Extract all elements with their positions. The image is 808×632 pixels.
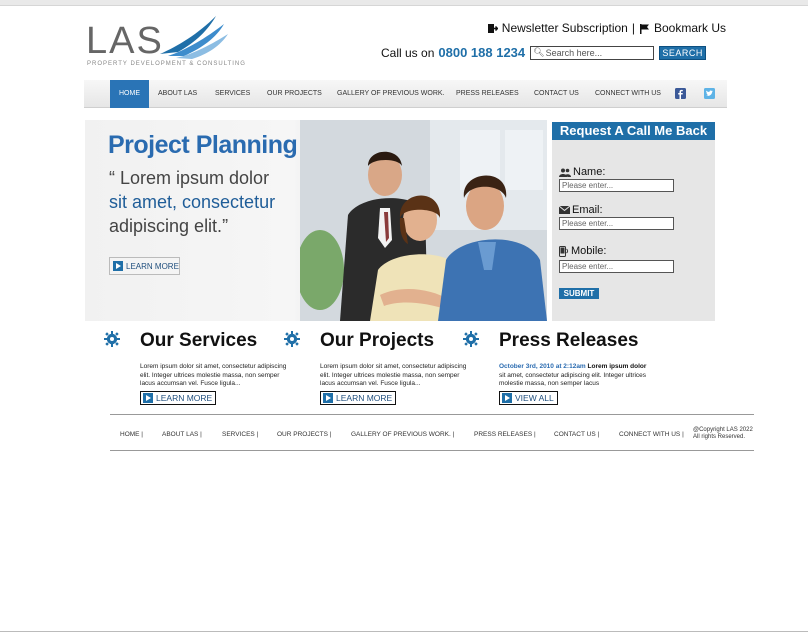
hero-quote-line3: adipiscing elit.” xyxy=(109,216,229,236)
services-text: Lorem ipsum dolor sit amet, consectetur … xyxy=(140,363,287,387)
copyright: @Copyright LAS 2022 All rights Reserved. xyxy=(693,427,753,440)
nav-item-projects[interactable]: OUR PROJECTS xyxy=(267,80,322,108)
press-text-body: sit amet, consectetur adipiscing elit. I… xyxy=(499,371,647,388)
press-text: October 3rd, 2010 at 2:12am Lorem ipsum … xyxy=(499,363,649,389)
hero-banner: Project Planning “ Lorem ipsum dolor sit… xyxy=(85,120,547,321)
footer-link-projects[interactable]: OUR PROJECTS | xyxy=(277,431,331,438)
mobile-phone-icon xyxy=(559,245,569,257)
main-nav: HOME ABOUT LAS SERVICES OUR PROJECTS GAL… xyxy=(84,80,727,108)
name-label-text: Name: xyxy=(573,166,606,178)
newsletter-link[interactable]: Newsletter Subscription xyxy=(502,21,628,35)
play-icon xyxy=(113,261,123,271)
nav-item-about[interactable]: ABOUT LAS xyxy=(158,80,197,108)
press-view-all-button[interactable]: VIEW ALL xyxy=(499,391,558,405)
hero-quote: “ Lorem ipsum dolor sit amet, consectetu… xyxy=(109,166,299,238)
services-learn-more-button[interactable]: LEARN MORE xyxy=(140,391,217,405)
services-button-label: LEARN MORE xyxy=(156,393,213,403)
mobile-label: Mobile: xyxy=(559,245,606,257)
twitter-icon[interactable] xyxy=(704,88,715,99)
hero-learn-more-button[interactable]: LEARN MORE xyxy=(109,257,180,275)
search-input[interactable]: 🔍︎ Search here... xyxy=(530,45,655,60)
nav-item-services[interactable]: SERVICES xyxy=(215,80,250,108)
play-icon xyxy=(323,393,333,403)
copyright-line1: @Copyright LAS 2022 xyxy=(693,427,753,433)
footer-link-contact[interactable]: CONTACT US | xyxy=(554,431,599,438)
press-title: Press Releases xyxy=(499,330,639,351)
press-text-bold: Lorem ipsum dolor xyxy=(587,363,647,370)
press-button-label: VIEW ALL xyxy=(515,393,554,403)
projects-learn-more-button[interactable]: LEARN MORE xyxy=(320,391,397,405)
users-icon xyxy=(559,168,571,177)
footer-link-gallery[interactable]: GALLERY OF PREVIOUS WORK. | xyxy=(351,431,454,438)
nav-item-contact[interactable]: CONTACT US xyxy=(534,80,579,108)
nav-item-press[interactable]: PRESS RELEASES xyxy=(456,80,519,108)
site-logo[interactable]: LAS PROPERTY DEVELOPMENT & CONSULTING xyxy=(86,14,245,72)
logo-wordmark: LAS xyxy=(86,20,164,62)
footer-link-services[interactable]: SERVICES | xyxy=(222,431,258,438)
newsletter-icon xyxy=(487,23,498,33)
facebook-icon[interactable] xyxy=(675,88,686,99)
name-label: Name: xyxy=(559,166,605,178)
nav-item-home[interactable]: HOME xyxy=(110,80,149,108)
callback-title: Request A Call Me Back xyxy=(552,122,715,140)
callback-form: Request A Call Me Back Name: Please ente… xyxy=(552,122,715,321)
mobile-label-text: Mobile: xyxy=(571,245,607,257)
email-label-text: Email: xyxy=(572,204,603,216)
press-date: October 3rd, 2010 at 2:12am xyxy=(499,363,586,370)
gear-icon xyxy=(104,331,120,347)
bookmark-link[interactable]: Bookmark Us xyxy=(654,21,726,35)
mobile-field[interactable]: Please enter... xyxy=(559,260,674,273)
hero-title: Project Planning xyxy=(108,131,298,159)
nav-item-gallery[interactable]: GALLERY OF PREVIOUS WORK. xyxy=(337,80,445,108)
email-label: Email: xyxy=(559,204,603,216)
footer-divider-top xyxy=(110,414,754,415)
search-placeholder: Search here... xyxy=(545,47,603,58)
footer-link-connect[interactable]: CONNECT WITH US | xyxy=(619,431,684,438)
toplinks-separator: | xyxy=(631,21,635,35)
logo-tagline: PROPERTY DEVELOPMENT & CONSULTING xyxy=(87,61,246,67)
search-button[interactable]: SEARCH xyxy=(659,45,707,60)
hero-quote-line2: sit amet, consectetur xyxy=(109,192,276,212)
logo-swoosh-icon xyxy=(160,16,228,59)
team-photo xyxy=(300,120,547,321)
top-links: Newsletter Subscription | Bookmark Us xyxy=(487,21,726,35)
footer-link-press[interactable]: PRESS RELEASES | xyxy=(474,431,536,438)
name-field[interactable]: Please enter... xyxy=(559,179,674,192)
play-icon xyxy=(143,393,153,403)
gear-icon xyxy=(463,331,479,347)
browser-top-strip xyxy=(0,0,808,6)
footer-link-home[interactable]: HOME | xyxy=(120,431,143,438)
submit-button[interactable]: SUBMIT xyxy=(559,288,599,299)
flag-icon xyxy=(639,23,649,34)
footer-link-about[interactable]: ABOUT LAS | xyxy=(162,431,202,438)
call-label: Call us on xyxy=(381,45,435,60)
projects-text: Lorem ipsum dolor sit amet, consectetur … xyxy=(320,363,467,387)
contact-search-row: Call us on 0800 188 1234 🔍︎ Search here.… xyxy=(381,45,707,60)
envelope-icon xyxy=(559,206,570,214)
hero-quote-line1: “ Lorem ipsum dolor xyxy=(109,168,270,188)
hero-learn-more-label: LEARN MORE xyxy=(126,261,179,271)
press-section: Press Releases October 3rd, 2010 at 2:12… xyxy=(499,330,679,405)
phone-number[interactable]: 0800 188 1234 xyxy=(438,45,525,60)
nav-item-connect[interactable]: CONNECT WITH US xyxy=(595,80,661,108)
copyright-line2: All rights Reserved. xyxy=(693,433,746,440)
play-icon xyxy=(502,393,512,403)
gear-icon xyxy=(284,331,300,347)
search-icon: 🔍︎ xyxy=(533,47,545,57)
email-field[interactable]: Please enter... xyxy=(559,217,674,230)
footer-divider-bottom xyxy=(110,450,754,451)
projects-button-label: LEARN MORE xyxy=(336,393,393,403)
